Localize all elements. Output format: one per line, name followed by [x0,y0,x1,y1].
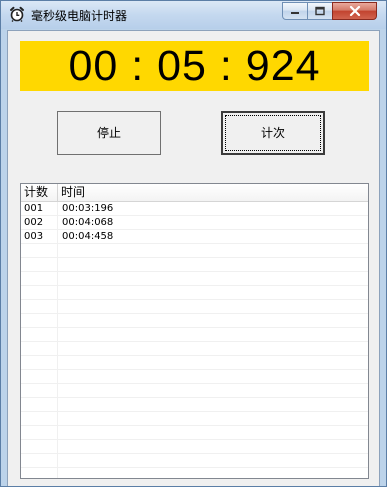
list-row[interactable] [21,440,368,454]
app-window: 毫秒级电脑计时器 00 : 05 : 924 停止 计次 计数 时间 001 00… [0,0,387,487]
row-count: 001 [24,203,44,214]
row-count: 002 [24,217,44,228]
maximize-icon [315,6,325,16]
list-row[interactable] [21,356,368,370]
column-header-time[interactable]: 时间 [58,184,368,201]
lap-button[interactable]: 计次 [221,111,325,155]
list-row[interactable] [21,258,368,272]
timer-value: 00 : 05 : 924 [68,42,321,90]
alarm-clock-icon [9,6,25,22]
row-count: 003 [24,231,44,242]
list-row[interactable] [21,272,368,286]
list-row[interactable] [21,286,368,300]
list-row[interactable] [21,384,368,398]
list-row[interactable]: 001 00:03:196 [21,202,368,216]
row-time: 00:04:458 [62,231,114,242]
list-row[interactable] [21,300,368,314]
window-title: 毫秒级电脑计时器 [31,9,128,23]
list-row[interactable] [21,370,368,384]
list-rows: 001 00:03:196 002 00:04:068 003 00:04:458 [21,202,368,478]
list-row[interactable] [21,314,368,328]
title-bar[interactable]: 毫秒级电脑计时器 [1,1,386,29]
minimize-icon [291,12,299,14]
row-time: 00:03:196 [62,203,114,214]
list-row[interactable] [21,328,368,342]
lap-list[interactable]: 计数 时间 001 00:03:196 002 00:04:068 003 00:04:4… [20,183,369,479]
row-time: 00:04:068 [62,217,114,228]
minimize-button[interactable] [282,2,308,20]
list-row[interactable] [21,244,368,258]
maximize-button[interactable] [307,2,333,20]
client-area: 00 : 05 : 924 停止 计次 计数 时间 001 00:03:196 00… [7,30,380,486]
close-button[interactable] [332,2,377,20]
stop-button[interactable]: 停止 [57,111,161,155]
close-icon [349,6,360,16]
list-row[interactable] [21,412,368,426]
list-row[interactable] [21,426,368,440]
list-row[interactable] [21,454,368,468]
list-row[interactable] [21,398,368,412]
column-header-count[interactable]: 计数 [21,184,58,201]
list-header: 计数 时间 [21,184,368,202]
list-row[interactable]: 003 00:04:458 [21,230,368,244]
timer-display: 00 : 05 : 924 [20,41,369,91]
list-row[interactable] [21,342,368,356]
list-row[interactable]: 002 00:04:068 [21,216,368,230]
list-row[interactable] [21,468,368,478]
focus-rect [225,115,321,151]
